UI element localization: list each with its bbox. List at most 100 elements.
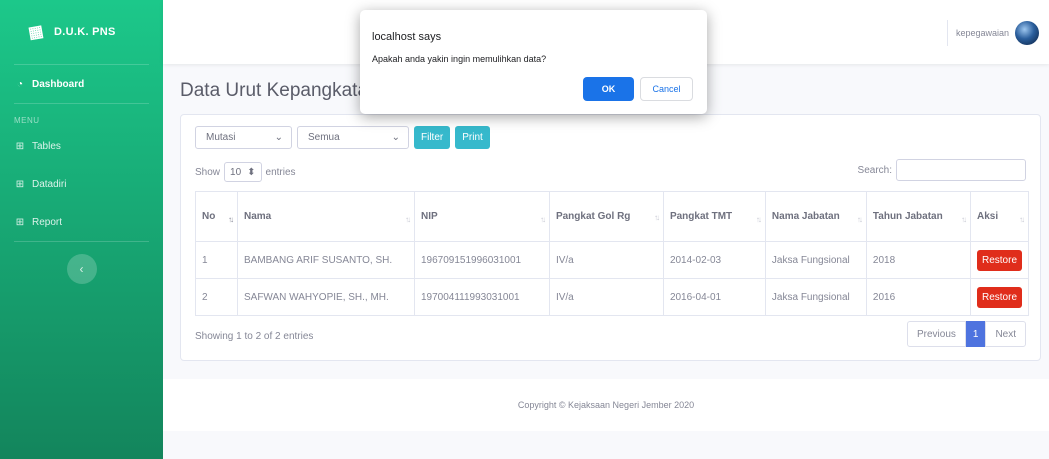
mutasi-select[interactable]: Mutasi ⌄ xyxy=(195,126,292,149)
user-menu[interactable]: kepegawaian xyxy=(946,20,1039,46)
table-icon: ⊞ xyxy=(15,140,25,152)
cell-tahun-jabatan: 2018 xyxy=(865,241,971,279)
sidebar-item-label: Tables xyxy=(32,140,61,152)
cell-pangkat-gol: IV/a xyxy=(548,241,664,279)
table-icon: ⊞ xyxy=(15,216,25,228)
updown-icon: ⬍ xyxy=(247,166,256,178)
cell-nip: 196709151996031001 xyxy=(413,241,550,279)
select-value: Mutasi xyxy=(206,132,236,143)
search-control: Search: xyxy=(858,159,1026,181)
cell-nama: SAFWAN WAHYOPIE, SH., MH. xyxy=(236,278,415,316)
column-header-nip[interactable]: NIP ↑↓ xyxy=(413,191,550,242)
search-label: Search: xyxy=(857,164,892,176)
filter-button[interactable]: Filter xyxy=(414,126,451,149)
column-label: Nama xyxy=(243,211,272,222)
column-header-pangkat-tmt[interactable]: Pangkat TMT ↑↓ xyxy=(662,191,766,242)
sidebar-item-label: Dashboard xyxy=(32,78,85,90)
sort-icon: ↑↓ xyxy=(755,215,762,224)
length-control: Show 10 ⬍ entries xyxy=(195,162,296,182)
dashboard-icon: ◔ xyxy=(16,78,24,90)
sidebar-divider xyxy=(14,241,149,242)
column-header-aksi[interactable]: Aksi ↑↓ xyxy=(969,191,1030,242)
cell-nip: 197004111993031001 xyxy=(413,278,550,316)
select-value: Semua xyxy=(308,132,340,143)
column-label: Aksi xyxy=(976,211,999,222)
show-label: Show xyxy=(195,166,221,178)
dialog-message: Apakah anda yakin ingin memulihkan data? xyxy=(372,54,547,64)
table-icon: ⊞ xyxy=(15,178,25,190)
column-label: Pangkat Gol Rg xyxy=(555,211,631,222)
select-value: 10 xyxy=(230,166,242,178)
sidebar-item-datadiri[interactable]: ⊞ Datadiri xyxy=(0,165,163,203)
column-label: Pangkat TMT xyxy=(669,211,733,222)
cancel-button[interactable]: Cancel xyxy=(640,77,693,101)
table-header-row: No ↑↓ Nama ↑↓ NIP ↑↓ Pangkat Gol Rg ↑↓ Pangk… xyxy=(195,191,1030,242)
chevron-down-icon: ⌄ xyxy=(274,132,283,143)
ok-button[interactable]: OK xyxy=(583,77,634,101)
column-header-no[interactable]: No ↑↓ xyxy=(195,191,238,242)
cell-nama-jabatan: Jaksa Fungsional xyxy=(764,278,867,316)
column-header-tahun-jabatan[interactable]: Tahun Jabatan ↑↓ xyxy=(865,191,971,242)
sort-icon: ↑↓ xyxy=(1019,215,1025,224)
sidebar-item-label: Datadiri xyxy=(32,178,67,190)
cell-nama: BAMBANG ARIF SUSANTO, SH. xyxy=(236,241,415,279)
sidebar-toggle-button[interactable]: ‹ xyxy=(66,254,97,284)
restore-button[interactable]: Restore xyxy=(976,249,1022,271)
column-header-pangkat-gol[interactable]: Pangkat Gol Rg ↑↓ xyxy=(548,191,664,242)
user-name: kepegawaian xyxy=(955,28,1009,38)
sidebar-item-tables[interactable]: ⊞ Tables xyxy=(0,127,163,165)
sort-icon: ↑↓ xyxy=(653,213,660,222)
copyright-text: Copyright © Kejaksaan Negeri Jember 2020 xyxy=(517,400,695,410)
restore-button[interactable]: Restore xyxy=(976,286,1022,308)
print-button[interactable]: Print xyxy=(455,126,490,149)
column-label: Tahun Jabatan xyxy=(872,211,943,222)
column-label: NIP xyxy=(420,211,438,222)
sort-icon: ↑↓ xyxy=(227,215,234,224)
column-label: Nama Jabatan xyxy=(771,211,840,222)
sort-icon: ↑↓ xyxy=(404,215,411,224)
cell-nama-jabatan: Jaksa Fungsional xyxy=(764,241,867,279)
data-card: Mutasi ⌄ Semua ⌄ Filter Print Show 10 ⬍ … xyxy=(180,114,1041,361)
table-row: 2 SAFWAN WAHYOPIE, SH., MH. 197004111993… xyxy=(195,278,1030,316)
search-input[interactable] xyxy=(896,159,1026,181)
sort-icon: ↑↓ xyxy=(960,215,967,224)
column-header-nama-jabatan[interactable]: Nama Jabatan ↑↓ xyxy=(764,191,867,242)
chevron-down-icon: ⌄ xyxy=(391,132,400,143)
table-row: 1 BAMBANG ARIF SUSANTO, SH. 196709151996… xyxy=(195,241,1030,279)
dialog-title: localhost says xyxy=(372,31,442,43)
building-icon: ▦ xyxy=(27,22,46,43)
page-1-button[interactable]: 1 xyxy=(965,321,986,347)
cell-no: 2 xyxy=(195,278,238,316)
cell-tahun-jabatan: 2016 xyxy=(865,278,971,316)
chevron-left-icon: ‹ xyxy=(79,262,84,276)
sidebar-heading: MENU xyxy=(14,116,40,125)
data-table: No ↑↓ Nama ↑↓ NIP ↑↓ Pangkat Gol Rg ↑↓ Pangk… xyxy=(195,191,1030,316)
column-label: No xyxy=(202,211,216,222)
page-length-select[interactable]: 10 ⬍ xyxy=(224,162,262,182)
filter-controls: Mutasi ⌄ Semua ⌄ Filter Print xyxy=(195,126,490,149)
sidebar-brand[interactable]: ▦ D.U.K. PNS xyxy=(0,0,163,64)
previous-button[interactable]: Previous xyxy=(906,321,966,347)
cell-pangkat-tmt: 2016-04-01 xyxy=(662,278,766,316)
sort-icon: ↑↓ xyxy=(856,215,863,224)
table-info: Showing 1 to 2 of 2 entries xyxy=(195,331,314,342)
cell-aksi: Restore xyxy=(969,241,1030,279)
brand-label: D.U.K. PNS xyxy=(54,26,116,38)
column-header-nama[interactable]: Nama ↑↓ xyxy=(236,191,415,242)
sort-icon: ↑↓ xyxy=(539,215,546,224)
cell-aksi: Restore xyxy=(969,278,1030,316)
sidebar-item-label: Report xyxy=(32,216,63,228)
sidebar-item-report[interactable]: ⊞ Report xyxy=(0,203,163,241)
cell-no: 1 xyxy=(195,241,238,279)
cell-pangkat-tmt: 2014-02-03 xyxy=(662,241,766,279)
entries-label: entries xyxy=(265,166,296,178)
pagination: Previous 1 Next xyxy=(906,321,1026,347)
cell-pangkat-gol: IV/a xyxy=(548,278,664,316)
avatar xyxy=(1015,21,1039,45)
sidebar: ▦ D.U.K. PNS ◔ Dashboard MENU ⊞ Tables ⊞… xyxy=(0,0,163,459)
sidebar-item-dashboard[interactable]: ◔ Dashboard xyxy=(0,65,163,103)
footer: Copyright © Kejaksaan Negeri Jember 2020 xyxy=(163,379,1049,431)
semua-select[interactable]: Semua ⌄ xyxy=(297,126,409,149)
next-button[interactable]: Next xyxy=(985,321,1026,347)
confirm-dialog: localhost says Apakah anda yakin ingin m… xyxy=(360,10,707,114)
